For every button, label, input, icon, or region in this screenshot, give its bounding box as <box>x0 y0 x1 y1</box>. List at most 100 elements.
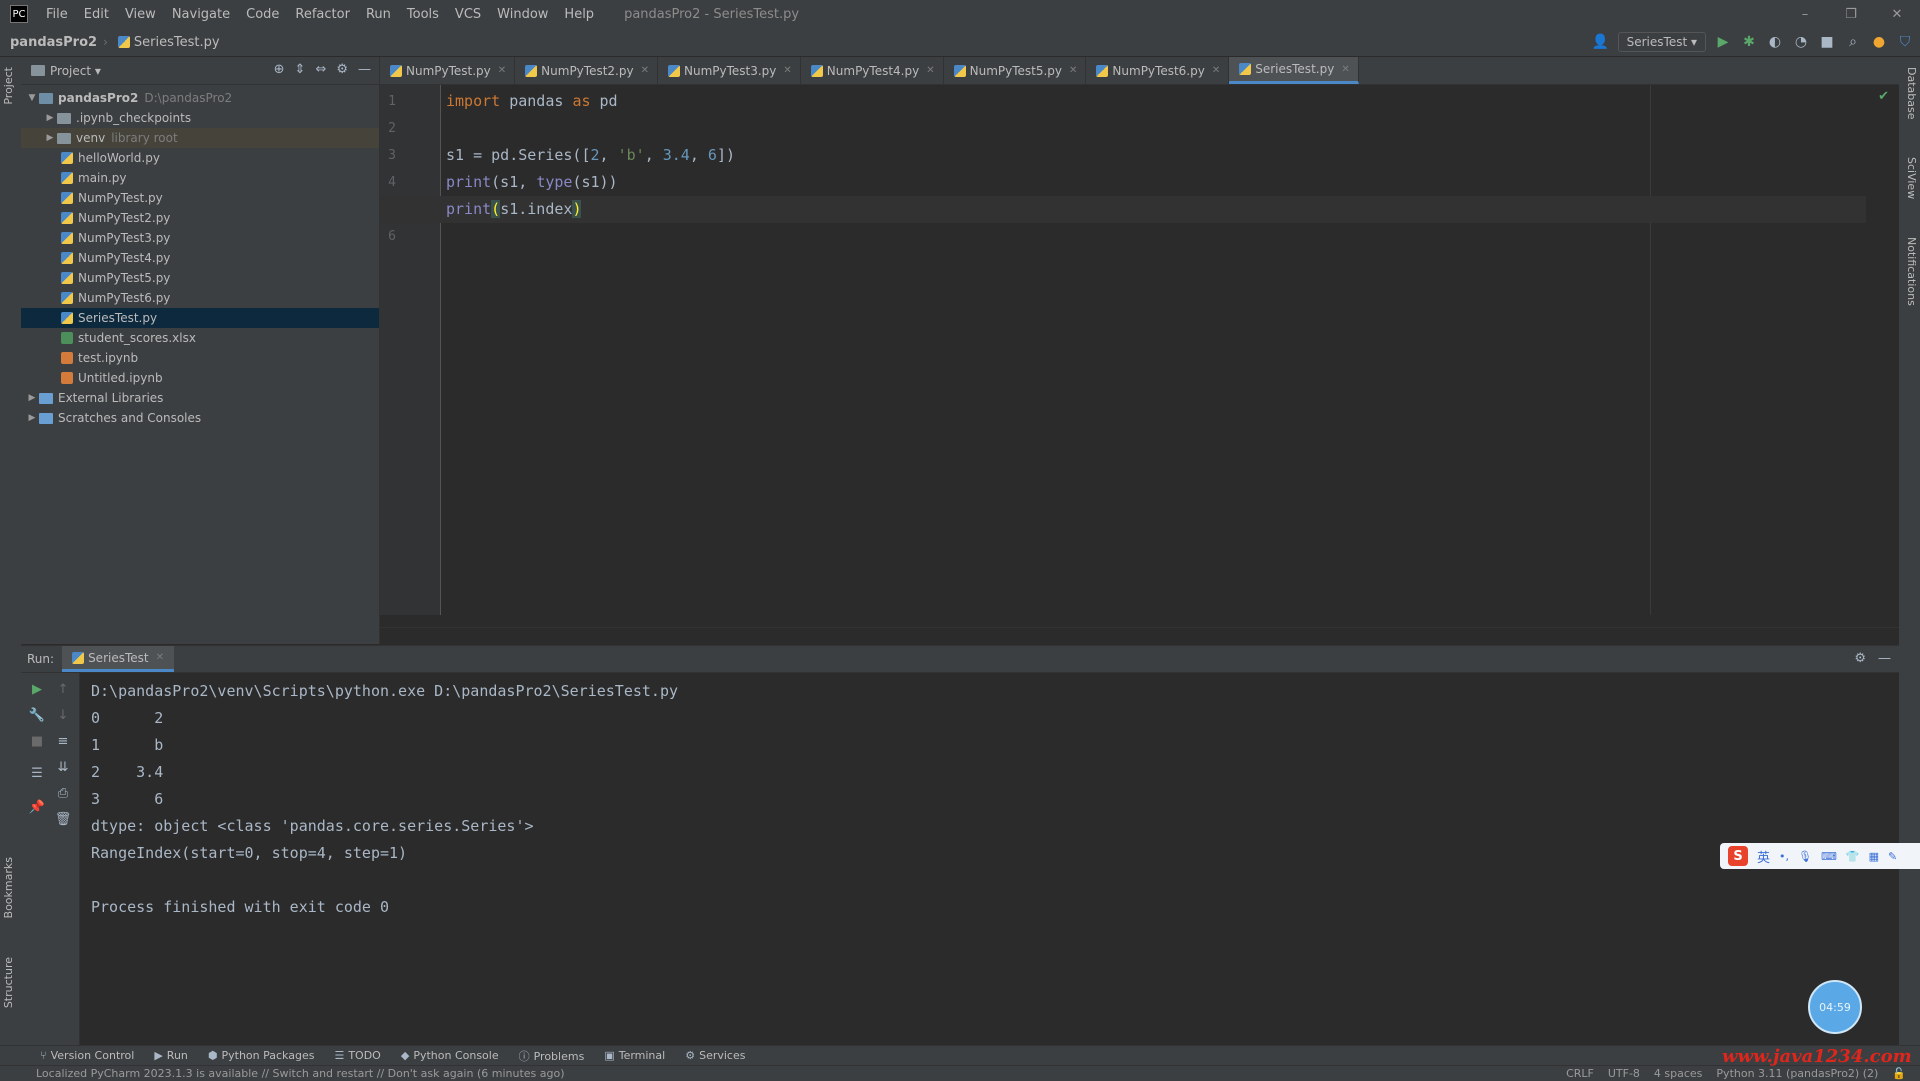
punctuation-icon[interactable]: •, <box>1779 850 1789 863</box>
scroll-down-icon[interactable]: ↓ <box>53 705 73 725</box>
close-icon[interactable]: ✕ <box>641 65 649 76</box>
hide-icon[interactable]: — <box>1878 651 1891 666</box>
tree-item-seriestest[interactable]: SeriesTest.py <box>21 308 379 328</box>
microphone-icon[interactable]: 🎙 <box>1798 850 1812 863</box>
menu-refactor[interactable]: Refactor <box>287 7 358 22</box>
project-view-select[interactable]: Project ▾ <box>50 64 101 78</box>
minimize-button[interactable]: – <box>1782 0 1828 28</box>
tree-item-numpytest4[interactable]: NumPyTest4.py <box>21 248 379 268</box>
locate-icon[interactable]: ⊕ <box>274 62 285 77</box>
lock-icon[interactable]: 🔓 <box>1892 1067 1906 1080</box>
shield-icon[interactable]: ⛉ <box>1896 33 1914 51</box>
tool-terminal[interactable]: ▣ Terminal <box>594 1049 675 1062</box>
close-icon[interactable]: ✕ <box>783 65 791 76</box>
sogou-logo-icon[interactable]: S <box>1728 846 1748 866</box>
chevron-right-icon[interactable]: ▶ <box>43 133 57 143</box>
layout-icon[interactable]: ☰ <box>27 763 47 783</box>
menu-file[interactable]: File <box>38 7 76 22</box>
skin-icon[interactable]: 👕 <box>1846 850 1860 863</box>
tree-item-helloworld[interactable]: helloWorld.py <box>21 148 379 168</box>
rerun-icon[interactable]: ▶ <box>27 679 47 699</box>
database-tool-button[interactable]: Database <box>1901 67 1918 120</box>
chevron-right-icon[interactable]: ▶ <box>25 413 39 423</box>
tree-item-main[interactable]: main.py <box>21 168 379 188</box>
menu-window[interactable]: Window <box>489 7 556 22</box>
close-icon[interactable]: ✕ <box>1341 64 1349 75</box>
menu-navigate[interactable]: Navigate <box>164 7 238 22</box>
sciview-tool-button[interactable]: SciView <box>1901 157 1918 199</box>
tool-todo[interactable]: ☰ TODO <box>324 1049 390 1062</box>
stop-icon[interactable]: ■ <box>1818 33 1836 51</box>
bookmarks-tool-button[interactable]: Bookmarks <box>2 857 19 918</box>
encoding-indicator[interactable]: UTF-8 <box>1608 1067 1640 1080</box>
run-icon[interactable]: ▶ <box>1714 33 1732 51</box>
tool-services[interactable]: ⚙ Services <box>675 1049 755 1062</box>
tab-numpytest2[interactable]: NumPyTest2.py ✕ <box>515 57 658 84</box>
chevron-right-icon[interactable]: ▶ <box>43 113 57 123</box>
notifications-tool-button[interactable]: Notifications <box>1901 237 1918 306</box>
indent-indicator[interactable]: 4 spaces <box>1654 1067 1703 1080</box>
tab-seriestest[interactable]: SeriesTest.py ✕ <box>1229 57 1359 84</box>
tree-item-external-libraries[interactable]: ▶ External Libraries <box>21 388 379 408</box>
close-icon[interactable]: ✕ <box>926 65 934 76</box>
tree-item-scratches[interactable]: ▶ Scratches and Consoles <box>21 408 379 428</box>
tree-item-test-ipynb[interactable]: test.ipynb <box>21 348 379 368</box>
tree-item-numpytest6[interactable]: NumPyTest6.py <box>21 288 379 308</box>
tree-item-ipynb-checkpoints[interactable]: ▶ .ipynb_checkpoints <box>21 108 379 128</box>
debug-icon[interactable]: ✱ <box>1740 33 1758 51</box>
tree-item-numpytest[interactable]: NumPyTest.py <box>21 188 379 208</box>
interpreter-indicator[interactable]: Python 3.11 (pandasPro2) (2) <box>1716 1067 1878 1080</box>
tree-item-student-scores[interactable]: student_scores.xlsx <box>21 328 379 348</box>
line-separator-indicator[interactable]: CRLF <box>1566 1067 1594 1080</box>
gear-icon[interactable]: ⚙ <box>1854 651 1866 666</box>
breadcrumb-file[interactable]: SeriesTest.py <box>108 35 226 50</box>
tree-item-untitled-ipynb[interactable]: Untitled.ipynb <box>21 368 379 388</box>
tool-python-console[interactable]: ◆ Python Console <box>391 1049 509 1062</box>
recording-timer[interactable]: 04:59 <box>1808 980 1862 1034</box>
tree-item-venv[interactable]: ▶ venv library root <box>21 128 379 148</box>
trash-icon[interactable]: 🗑 <box>53 809 73 829</box>
tab-numpytest3[interactable]: NumPyTest3.py ✕ <box>658 57 801 84</box>
menu-view[interactable]: View <box>117 7 164 22</box>
menu-vcs[interactable]: VCS <box>447 7 489 22</box>
breadcrumb-project[interactable]: pandasPro2 <box>0 35 103 50</box>
keyboard-icon[interactable]: ⌨ <box>1821 850 1837 863</box>
tab-numpytest6[interactable]: NumPyTest6.py ✕ <box>1086 57 1230 84</box>
menu-help[interactable]: Help <box>556 7 602 22</box>
close-icon[interactable]: ✕ <box>156 652 164 663</box>
pin-icon[interactable]: 📌 <box>27 797 47 817</box>
tool-python-packages[interactable]: ⬢ Python Packages <box>198 1049 325 1062</box>
tool-run[interactable]: ▶ Run <box>144 1049 198 1062</box>
search-icon[interactable]: ⌕ <box>1844 33 1862 51</box>
close-icon[interactable]: ✕ <box>1069 65 1077 76</box>
coverage-icon[interactable]: ◐ <box>1766 33 1784 51</box>
close-icon[interactable]: ✕ <box>498 65 506 76</box>
close-window-button[interactable]: ✕ <box>1874 0 1920 28</box>
project-tool-button[interactable]: Project <box>2 67 19 105</box>
chevron-right-icon[interactable]: ▶ <box>25 393 39 403</box>
menu-run[interactable]: Run <box>358 7 399 22</box>
menu-edit[interactable]: Edit <box>76 7 117 22</box>
ime-mode-toggle[interactable]: 英 <box>1757 847 1770 866</box>
update-icon[interactable]: ● <box>1870 33 1888 51</box>
tree-item-numpytest2[interactable]: NumPyTest2.py <box>21 208 379 228</box>
close-icon[interactable]: ✕ <box>1212 65 1220 76</box>
run-tab-seriestest[interactable]: SeriesTest ✕ <box>62 646 174 672</box>
inspection-ok-icon[interactable]: ✔ <box>1878 89 1889 104</box>
code-editor[interactable]: import pandas as pd s1 = pd.Series([2, '… <box>380 85 1866 615</box>
tool-version-control[interactable]: ⑂ Version Control <box>30 1049 144 1062</box>
soft-wrap-icon[interactable]: ≡ <box>53 731 73 751</box>
scroll-up-icon[interactable]: ↑ <box>53 679 73 699</box>
hide-icon[interactable]: — <box>358 62 371 77</box>
chevron-down-icon[interactable]: ▼ <box>25 93 39 103</box>
horizontal-scrollbar[interactable] <box>380 627 1899 636</box>
print-icon[interactable]: ⎙ <box>53 783 73 803</box>
tree-item-numpytest5[interactable]: NumPyTest5.py <box>21 268 379 288</box>
tab-numpytest[interactable]: NumPyTest.py ✕ <box>380 57 516 84</box>
toolbox-icon[interactable]: ▦ <box>1869 850 1879 863</box>
run-configuration-select[interactable]: SeriesTest ▾ <box>1617 32 1706 52</box>
status-message[interactable]: Localized PyCharm 2023.1.3 is available … <box>0 1067 565 1080</box>
menu-code[interactable]: Code <box>238 7 287 22</box>
tree-root[interactable]: ▼ pandasPro2 D:\pandasPro2 <box>21 88 379 108</box>
tab-numpytest5[interactable]: NumPyTest5.py ✕ <box>944 57 1087 84</box>
